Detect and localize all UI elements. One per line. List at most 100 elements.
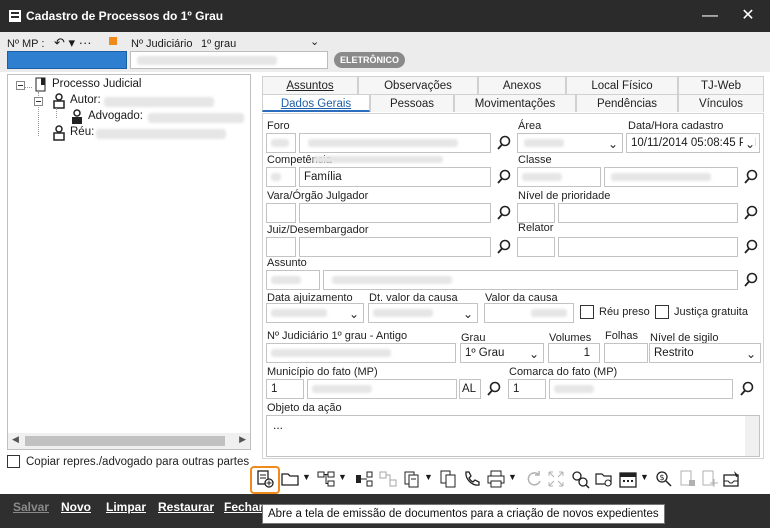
assunto-label: Assunto	[267, 257, 307, 269]
horizontal-scrollbar[interactable]: ◀ ▶	[8, 433, 250, 449]
relator-code-field[interactable]	[517, 237, 555, 257]
dt-valor-causa-field[interactable]: ⌄	[368, 303, 478, 323]
juiz-name-field[interactable]	[299, 237, 491, 257]
search-icon[interactable]	[496, 205, 512, 221]
search-icon[interactable]	[743, 239, 759, 255]
relator-label: Relator	[518, 222, 554, 234]
classe-name-field[interactable]	[604, 167, 738, 187]
merge-icon[interactable]	[354, 469, 374, 489]
money-search-icon[interactable]: $	[654, 469, 674, 489]
tab-anexos[interactable]: Anexos	[478, 76, 566, 94]
tabs-row-2: Dados Gerais Pessoas Movimentações Pendê…	[262, 94, 764, 112]
area-select[interactable]: ⌄	[517, 133, 623, 153]
search-icon[interactable]	[496, 135, 512, 151]
minimize-button[interactable]: —	[690, 0, 730, 32]
municipio-code-field[interactable]: 1	[266, 379, 304, 399]
tab-assuntos[interactable]: Assuntos	[262, 76, 358, 94]
eletronico-badge: ELETRÔNICO	[334, 52, 406, 68]
advogado-label[interactable]: Advogado:	[88, 110, 143, 122]
foro-name-field[interactable]	[299, 133, 491, 153]
search-people-icon[interactable]	[570, 469, 590, 489]
folhas-field[interactable]	[604, 343, 648, 363]
hierarchy-icon[interactable]	[316, 469, 336, 489]
competencia-code-field[interactable]	[266, 167, 296, 187]
tab-dados-gerais[interactable]: Dados Gerais	[262, 94, 370, 112]
novo-button[interactable]: Novo	[61, 500, 91, 514]
comarca-name-field[interactable]	[549, 379, 733, 399]
grau-select[interactable]: 1º Grau ⌄	[460, 343, 544, 363]
nivel-sigilo-select[interactable]: Restrito ⌄	[649, 343, 761, 363]
data-hora-field[interactable]: 10/11/2014 05:08:45 PM ⌄	[626, 133, 760, 153]
process-tree[interactable]: Processo Judicial Autor: Advogado: Réu: …	[7, 74, 251, 450]
tab-tj-web[interactable]: TJ-Web	[678, 76, 764, 94]
competencia-field[interactable]: Família	[299, 167, 491, 187]
scroll-thumb[interactable]	[25, 436, 225, 446]
tab-pessoas[interactable]: Pessoas	[370, 94, 454, 112]
autor-label[interactable]: Autor:	[70, 94, 101, 106]
municipio-uf-field[interactable]: AL	[459, 379, 481, 399]
judiciario-number-field[interactable]	[130, 51, 328, 69]
scroll-right-icon[interactable]: ▶	[239, 434, 246, 445]
dados-gerais-form: Foro Área ⌄ Data/Hora cadastro 10/11/201…	[262, 113, 764, 459]
salvar-button[interactable]: Salvar	[13, 500, 49, 514]
reu-preso-checkbox[interactable]	[580, 305, 594, 319]
folder-icon[interactable]	[280, 469, 300, 489]
vertical-scrollbar[interactable]	[745, 416, 759, 456]
juiz-code-field[interactable]	[266, 237, 296, 257]
search-icon[interactable]	[496, 239, 512, 255]
data-ajuizamento-field[interactable]: ⌄	[266, 303, 364, 323]
tree-root-label[interactable]: Processo Judicial	[52, 78, 141, 90]
comarca-code-field[interactable]: 1	[508, 379, 546, 399]
mp-nav-icons[interactable]: ↶ ▾ ···	[54, 35, 92, 51]
tab-pendencias[interactable]: Pendências	[576, 94, 678, 112]
calendar-icon[interactable]	[618, 469, 638, 489]
phone-icon[interactable]	[462, 469, 482, 489]
search-icon[interactable]	[743, 272, 759, 288]
inbox-edit-icon[interactable]	[722, 469, 742, 489]
collapse-icon[interactable]	[16, 81, 25, 90]
fechar-button[interactable]: Fechar	[224, 500, 263, 514]
emit-documents-icon[interactable]	[255, 469, 275, 489]
volumes-field[interactable]: 1	[548, 343, 600, 363]
tab-local-fisico[interactable]: Local Físico	[566, 76, 678, 94]
search-icon[interactable]	[486, 381, 502, 397]
print-icon[interactable]	[486, 469, 506, 489]
assunto-code-field[interactable]	[266, 270, 320, 290]
search-icon[interactable]	[739, 381, 755, 397]
municipio-name-field[interactable]	[307, 379, 457, 399]
assunto-name-field[interactable]	[323, 270, 738, 290]
documents-edit-icon[interactable]	[402, 469, 422, 489]
search-icon[interactable]	[743, 169, 759, 185]
chevron-down-icon[interactable]: ⌄	[310, 35, 319, 48]
prioridade-code-field[interactable]	[517, 203, 555, 223]
relator-name-field[interactable]	[558, 237, 738, 257]
search-icon[interactable]	[743, 205, 759, 221]
area-label: Área	[518, 120, 542, 132]
foro-code-field[interactable]	[266, 133, 296, 153]
justica-gratuita-checkbox[interactable]	[655, 305, 669, 319]
vara-name-field[interactable]	[299, 203, 491, 223]
reu-label[interactable]: Réu:	[70, 126, 94, 138]
close-button[interactable]: ✕	[728, 0, 768, 32]
classe-code-field[interactable]	[517, 167, 601, 187]
tabs-row-1: Assuntos Observações Anexos Local Físico…	[262, 76, 764, 94]
copy-document-icon[interactable]	[438, 469, 458, 489]
tab-movimentacoes[interactable]: Movimentações	[454, 94, 576, 112]
prioridade-name-field[interactable]	[558, 203, 738, 223]
num-antigo-field[interactable]	[266, 343, 456, 363]
judiciario-label: Nº Judiciário	[131, 38, 193, 50]
search-icon[interactable]	[496, 169, 512, 185]
mp-number-field[interactable]	[7, 51, 127, 69]
copy-representative-checkbox[interactable]	[7, 455, 20, 469]
tab-observacoes[interactable]: Observações	[358, 76, 478, 94]
scroll-left-icon[interactable]: ◀	[12, 434, 19, 445]
vara-code-field[interactable]	[266, 203, 296, 223]
restaurar-button[interactable]: Restaurar	[158, 500, 214, 514]
reu-preso-label: Réu preso	[599, 306, 650, 318]
valor-causa-field[interactable]	[484, 303, 574, 323]
collapse-icon[interactable]	[34, 97, 43, 106]
limpar-button[interactable]: Limpar	[106, 500, 146, 514]
folder-search-icon[interactable]	[594, 469, 614, 489]
tab-vinculos[interactable]: Vínculos	[678, 94, 764, 112]
objeto-textarea[interactable]: ...	[266, 415, 760, 457]
